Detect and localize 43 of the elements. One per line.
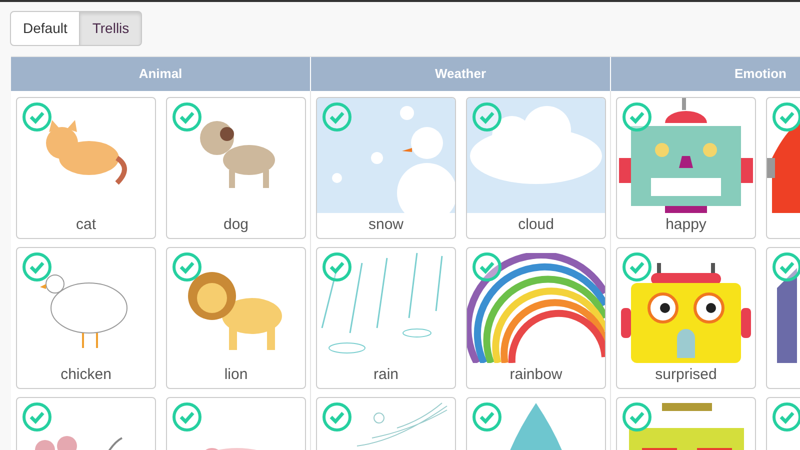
column-header: Animal: [11, 57, 311, 90]
check-icon[interactable]: [322, 102, 352, 132]
card-label: rain: [372, 364, 400, 384]
check-icon[interactable]: [22, 252, 52, 282]
check-icon[interactable]: [472, 402, 502, 432]
check-icon[interactable]: [772, 402, 800, 432]
image-card[interactable]: rain: [316, 246, 456, 388]
card-label: rainbow: [508, 364, 564, 384]
image-card[interactable]: cat: [16, 96, 156, 238]
check-icon[interactable]: [772, 252, 800, 282]
check-icon[interactable]: [172, 252, 202, 282]
check-icon[interactable]: [772, 102, 800, 132]
check-icon[interactable]: [472, 252, 502, 282]
check-icon[interactable]: [472, 102, 502, 132]
view-toggle-button[interactable]: Default: [10, 11, 80, 46]
image-card[interactable]: happy: [616, 96, 756, 238]
view-toggle-button[interactable]: Trellis: [79, 11, 142, 46]
column-header: Emotion: [611, 57, 800, 90]
card-label: snow: [367, 214, 405, 234]
card-label: lion: [223, 364, 249, 384]
card-label: chicken: [60, 364, 112, 384]
check-icon[interactable]: [622, 402, 652, 432]
check-icon[interactable]: [172, 102, 202, 132]
image-card[interactable]: snow: [316, 96, 456, 238]
image-card[interactable]: cloud: [466, 96, 606, 238]
card-label: dog: [222, 214, 250, 234]
card-label: cat: [74, 214, 97, 234]
check-icon[interactable]: [22, 402, 52, 432]
card-label: cloud: [517, 214, 555, 234]
check-icon[interactable]: [622, 252, 652, 282]
card-label: happy: [664, 214, 708, 234]
check-icon[interactable]: [22, 102, 52, 132]
check-icon[interactable]: [622, 102, 652, 132]
check-icon[interactable]: [322, 402, 352, 432]
image-card[interactable]: surprised: [616, 246, 756, 388]
check-icon[interactable]: [172, 402, 202, 432]
column-header: Weather: [311, 57, 611, 90]
image-card[interactable]: dog: [166, 96, 306, 238]
card-label: surprised: [654, 364, 718, 384]
image-card[interactable]: lion: [166, 246, 306, 388]
image-card[interactable]: chicken: [16, 246, 156, 388]
check-icon[interactable]: [322, 252, 352, 282]
image-card[interactable]: rainbow: [466, 246, 606, 388]
